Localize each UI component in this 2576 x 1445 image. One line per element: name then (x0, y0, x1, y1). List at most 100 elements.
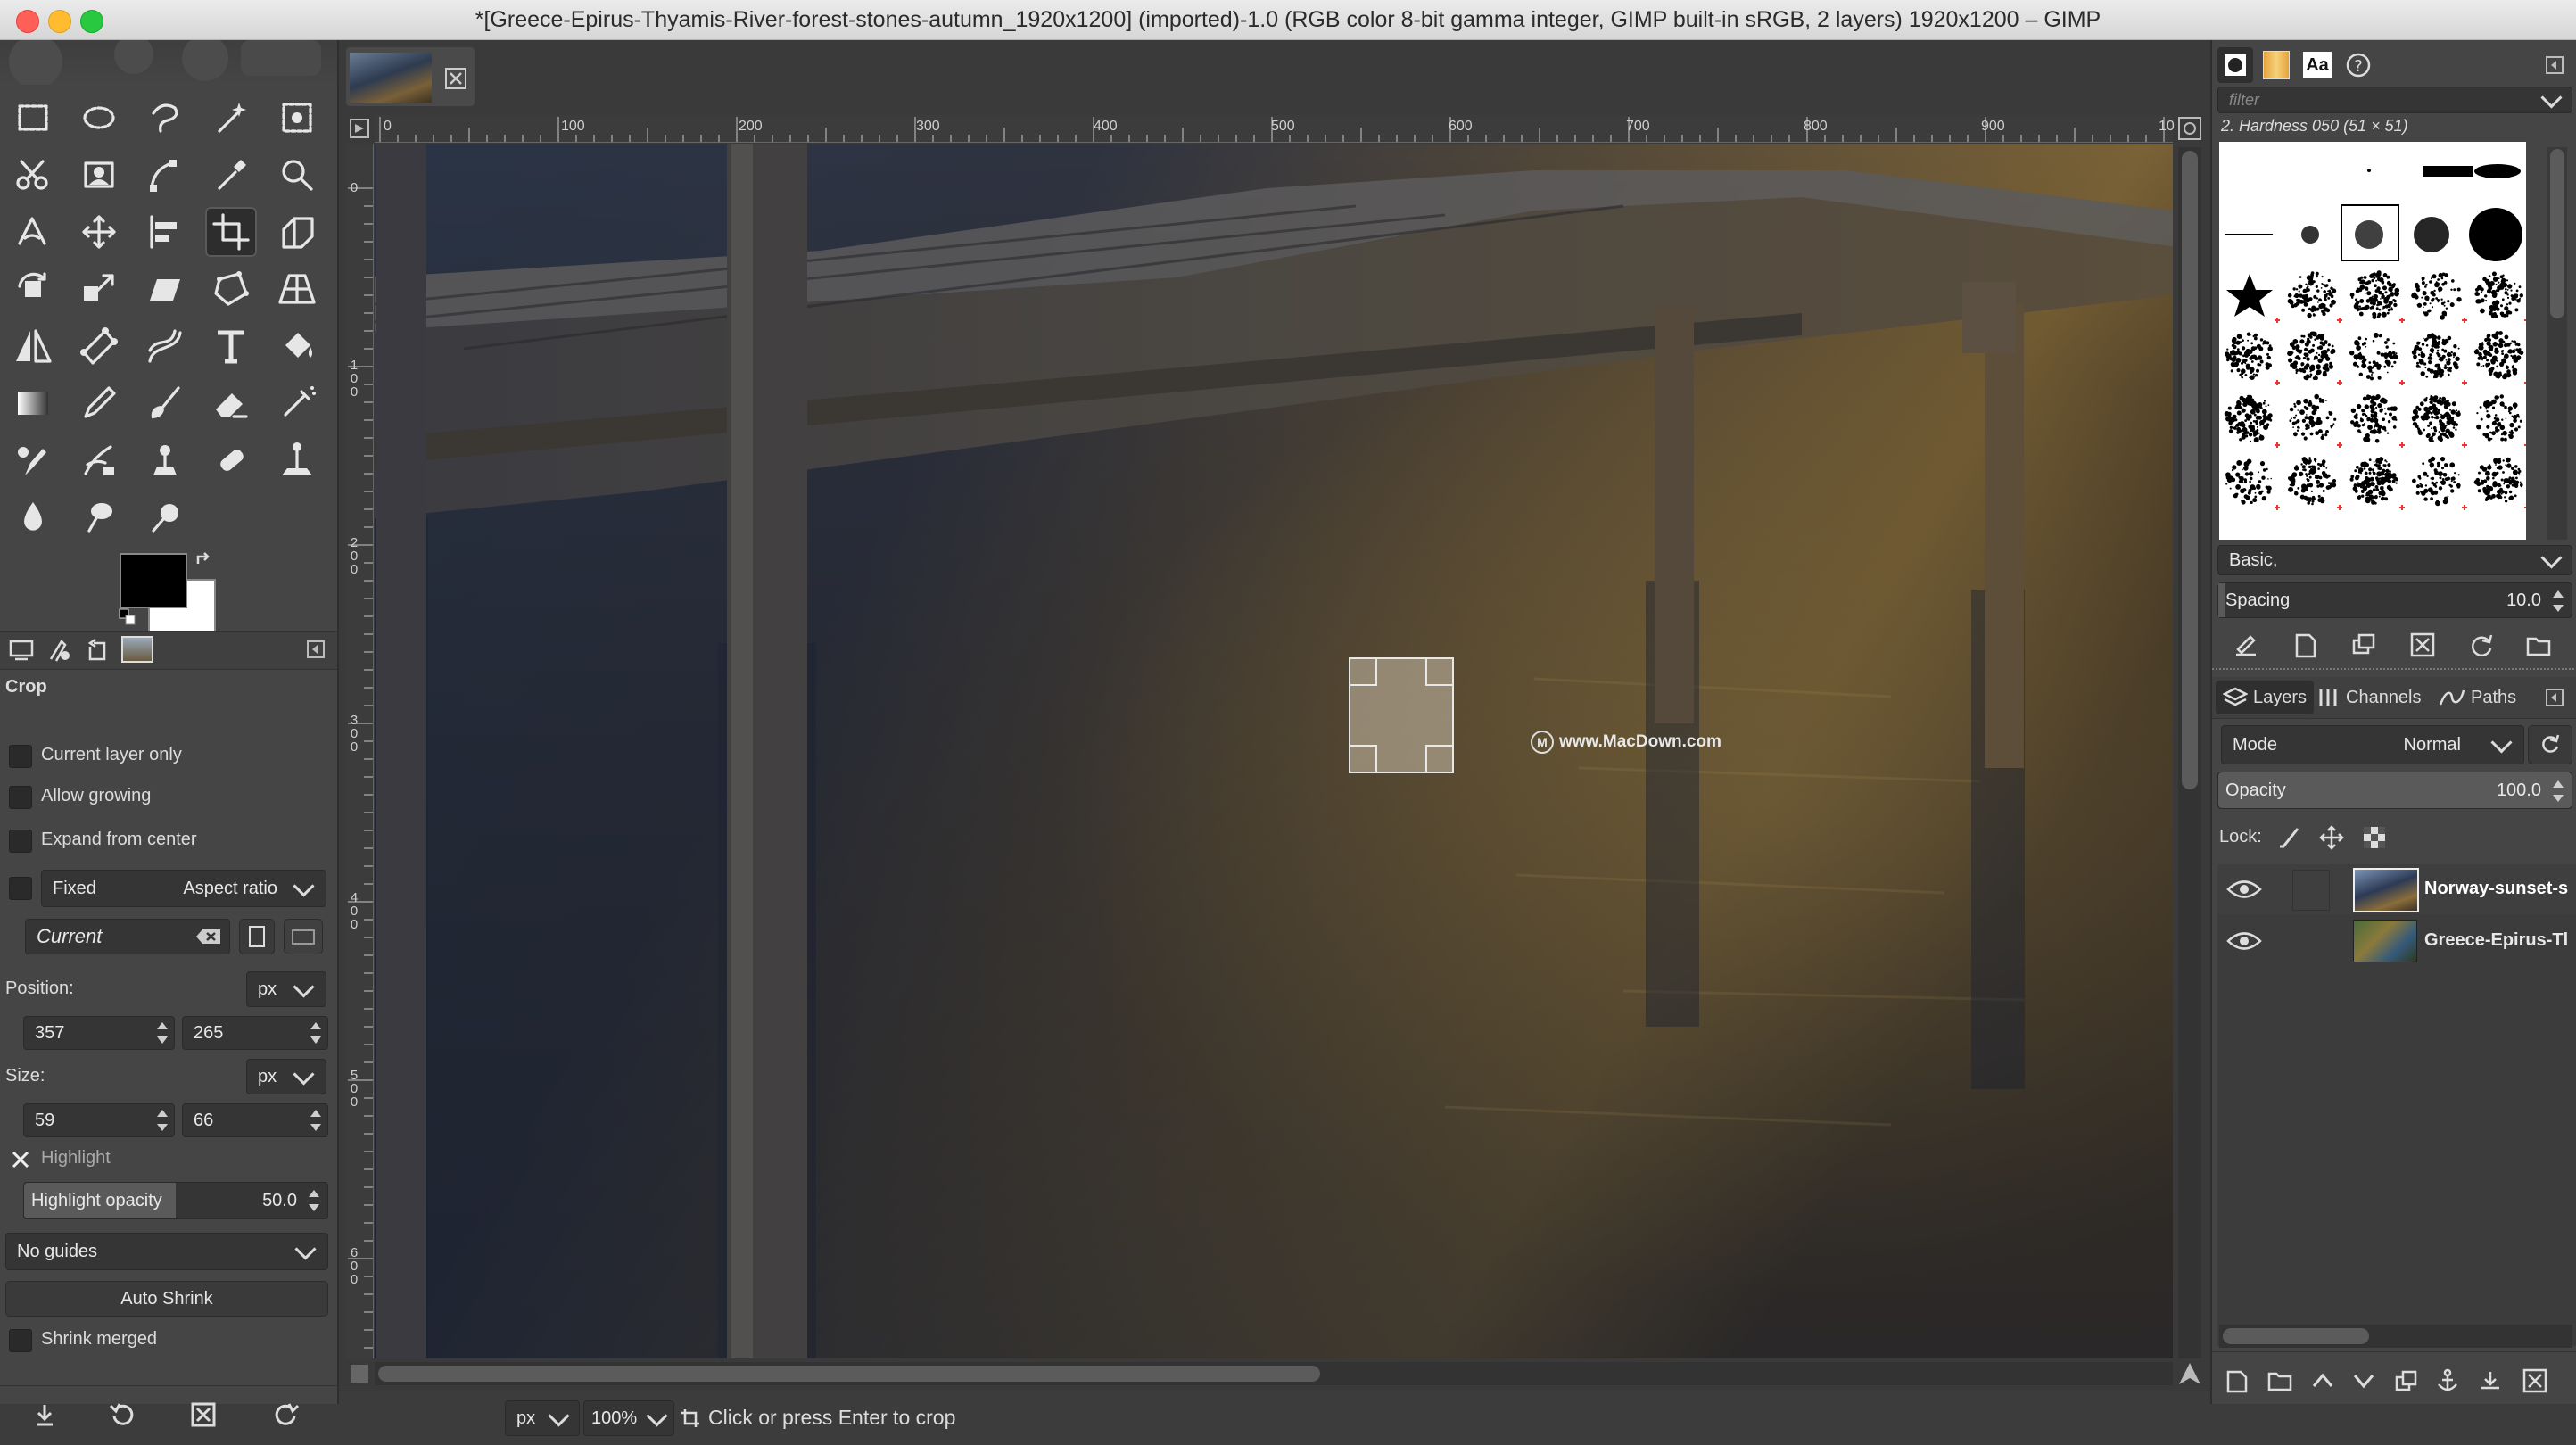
size-width-input[interactable]: 59 (23, 1103, 175, 1137)
paintbrush-icon[interactable] (139, 378, 191, 428)
new-layer-icon[interactable] (2219, 1363, 2255, 1399)
delete-layer-icon[interactable] (2517, 1363, 2553, 1399)
spacing-slider[interactable]: Spacing 10.0 (2217, 582, 2572, 618)
layers-dock-menu-icon[interactable] (2537, 680, 2572, 715)
image-canvas[interactable]: Mwww.MacDown.com (375, 144, 2173, 1358)
restore-options-icon[interactable] (105, 1397, 141, 1433)
lock-pixels-icon[interactable] (2271, 820, 2307, 855)
lower-layer-icon[interactable] (2346, 1363, 2382, 1399)
zoom-fit-icon[interactable] (2176, 115, 2203, 142)
brush-filter-input[interactable]: filter (2217, 87, 2572, 113)
scissors-select-icon[interactable] (7, 150, 59, 200)
refresh-brushes-icon[interactable] (2464, 627, 2499, 663)
foreground-color-swatch-top[interactable] (120, 553, 187, 608)
rotate-icon[interactable] (7, 264, 59, 314)
images-tab-icon[interactable] (120, 632, 155, 667)
edit-brush-icon[interactable] (2228, 627, 2264, 663)
highlight-checkbox[interactable] (9, 1148, 32, 1171)
delete-brush-icon[interactable] (2405, 627, 2440, 663)
duplicate-brush-icon[interactable] (2346, 627, 2382, 663)
fuzzy-select-icon[interactable] (205, 93, 257, 143)
swap-colors-icon[interactable] (194, 551, 214, 571)
tool-options-tab-icon[interactable] (4, 632, 39, 667)
new-layer-group-icon[interactable] (2262, 1363, 2298, 1399)
brush-grid[interactable] (2219, 142, 2526, 540)
fixed-checkbox[interactable] (9, 877, 32, 900)
position-x-input[interactable]: 357 (23, 1016, 175, 1050)
paths-icon[interactable] (139, 150, 191, 200)
brush-preset-dropdown[interactable]: Basic, (2217, 545, 2572, 575)
image-tab[interactable] (346, 47, 475, 106)
ellipse-select-icon[interactable] (73, 93, 125, 143)
zoom-dropdown[interactable]: 100% (583, 1400, 674, 1436)
navigate-arrow-icon[interactable] (2176, 1360, 2203, 1387)
raise-layer-icon[interactable] (2305, 1363, 2341, 1399)
clear-icon[interactable] (195, 928, 222, 951)
default-colors-icon[interactable] (118, 607, 137, 627)
clone-icon[interactable] (139, 435, 191, 485)
tab-layers[interactable]: Layers (2216, 681, 2314, 714)
position-unit-dropdown[interactable]: px (246, 971, 326, 1007)
new-brush-icon[interactable] (2287, 627, 2323, 663)
auto-shrink-button[interactable]: Auto Shrink (5, 1281, 328, 1317)
crop-handle-top-left[interactable] (1350, 659, 1377, 686)
device-status-tab-icon[interactable] (41, 632, 77, 667)
merge-down-icon[interactable] (2473, 1363, 2508, 1399)
tab-channels[interactable]: Channels (2314, 681, 2425, 714)
rect-select-icon[interactable] (7, 93, 59, 143)
dock-menu-icon-2[interactable] (2537, 47, 2572, 83)
brush-scrollbar[interactable] (2547, 147, 2567, 540)
align-icon[interactable] (139, 207, 191, 257)
undo-history-tab-icon[interactable] (78, 632, 114, 667)
smudge-icon[interactable] (73, 492, 125, 542)
guides-dropdown[interactable]: No guides (5, 1233, 328, 1270)
landscape-button[interactable] (284, 919, 323, 954)
close-tab-icon[interactable] (444, 67, 467, 95)
duplicate-layer-icon[interactable] (2389, 1363, 2424, 1399)
shrink-merged-checkbox[interactable] (9, 1329, 32, 1352)
bucket-fill-icon[interactable] (271, 321, 323, 371)
fonts-tab-icon[interactable]: Aa (2299, 47, 2335, 83)
move-icon[interactable] (73, 207, 125, 257)
airbrush-icon[interactable] (271, 378, 323, 428)
reset-options-icon[interactable] (268, 1397, 303, 1433)
lock-alpha-icon[interactable] (2357, 820, 2392, 855)
brushes-tab-icon[interactable] (2217, 47, 2253, 83)
size-unit-dropdown[interactable]: px (246, 1059, 326, 1094)
mypaint-brush-icon[interactable] (73, 435, 125, 485)
layer-opacity-slider[interactable]: Opacity 100.0 (2217, 772, 2572, 809)
crop-handle-bottom-right[interactable] (1425, 745, 1452, 772)
anchor-layer-icon[interactable] (2430, 1363, 2465, 1399)
lock-position-icon[interactable] (2314, 820, 2349, 855)
scale-icon[interactable] (73, 264, 125, 314)
patterns-tab-icon[interactable] (2258, 47, 2294, 83)
fixed-aspect-dropdown[interactable]: Fixed Aspect ratio (41, 870, 326, 907)
flip-icon[interactable] (7, 321, 59, 371)
tab-paths[interactable]: Paths (2435, 681, 2520, 714)
gradient-icon[interactable] (7, 378, 59, 428)
heal-icon[interactable] (205, 435, 257, 485)
visibility-eye-icon[interactable] (2226, 923, 2262, 959)
layer-mode-dropdown[interactable]: Mode Normal (2221, 725, 2524, 764)
vertical-scrollbar[interactable] (2178, 147, 2201, 1358)
expand-from-center-checkbox[interactable] (9, 830, 32, 853)
foreground-select-icon[interactable] (73, 150, 125, 200)
shear-icon[interactable] (139, 264, 191, 314)
navigate-icon[interactable] (346, 1360, 373, 1387)
highlight-opacity-slider[interactable]: Highlight opacity 50.0 (23, 1182, 328, 1219)
portrait-button[interactable] (239, 919, 275, 954)
vertical-scrollbar-thumb[interactable] (2182, 151, 2198, 789)
help-tab-icon[interactable]: ? (2341, 47, 2376, 83)
visibility-eye-icon[interactable] (2226, 871, 2262, 907)
position-y-input[interactable]: 265 (182, 1016, 328, 1050)
preset-input[interactable]: Current (25, 919, 230, 954)
dock-menu-icon[interactable] (298, 632, 334, 667)
allow-growing-checkbox[interactable] (9, 786, 32, 809)
mode-switch-button[interactable] (2528, 725, 2572, 764)
save-options-icon[interactable] (27, 1397, 62, 1433)
horizontal-scrollbar-thumb[interactable] (378, 1366, 1320, 1382)
perspective-clone-icon[interactable] (271, 435, 323, 485)
ink-icon[interactable] (7, 435, 59, 485)
pencil-icon[interactable] (73, 378, 125, 428)
layer-chain-slot[interactable] (2292, 870, 2330, 911)
